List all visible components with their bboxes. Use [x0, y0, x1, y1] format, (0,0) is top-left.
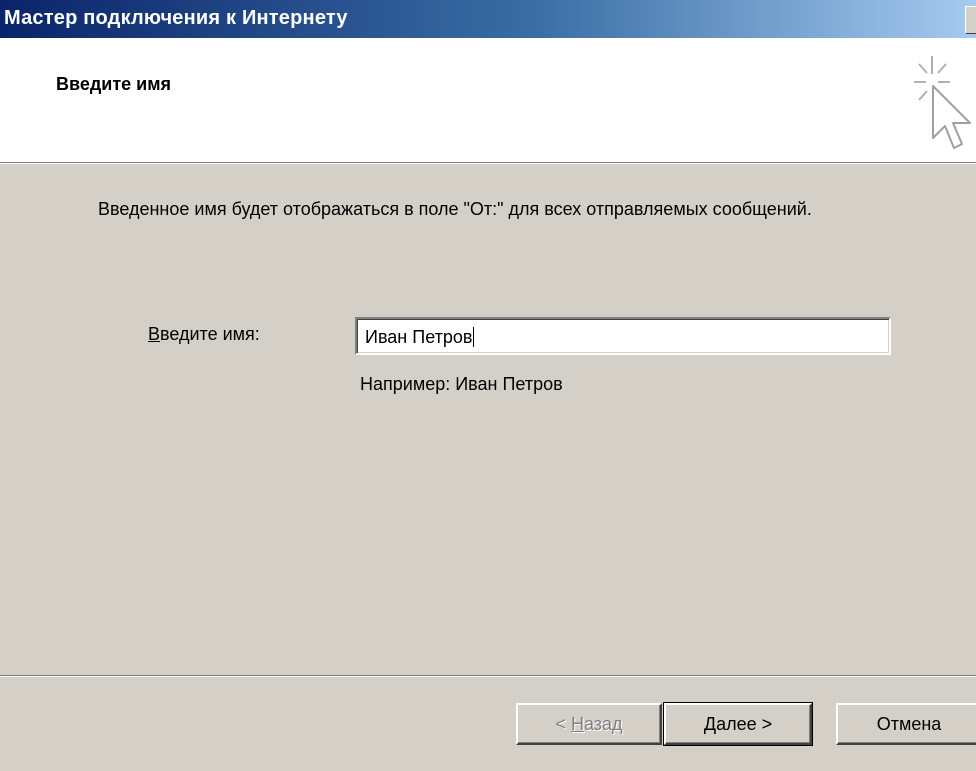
text-caret [473, 327, 475, 347]
title-bar-button[interactable] [965, 6, 976, 33]
name-field-label-mnemonic: В [148, 324, 161, 344]
wizard-cursor-sparkle-icon [900, 52, 976, 156]
page-title: Введите имя [56, 74, 172, 94]
back-button[interactable]: < Назад [516, 703, 662, 745]
name-input-value: Иван Петров [365, 327, 475, 348]
back-button-prefix: < [555, 714, 571, 734]
footer-divider [0, 675, 976, 677]
name-input[interactable]: Иван Петров [355, 317, 891, 355]
name-input-text: Иван Петров [365, 327, 473, 347]
example-hint: Например: Иван Петров [360, 374, 563, 394]
title-bar[interactable]: Мастер подключения к Интернету [0, 0, 976, 38]
wizard-header: Введите имя [0, 38, 976, 162]
window-title: Мастер подключения к Интернету [4, 7, 348, 29]
cancel-button[interactable]: Отмена [836, 703, 976, 745]
name-field-label-text: ведите имя: [160, 324, 260, 344]
name-field-label: Введите имя: [148, 324, 260, 345]
header-divider [0, 162, 976, 164]
back-button-mnemonic: Н [570, 714, 584, 734]
back-button-label: азад [583, 714, 623, 734]
description-text: Введенное имя будет отображаться в поле … [98, 199, 812, 219]
next-button[interactable]: Далее > [663, 702, 813, 746]
wizard-window: Мастер подключения к Интернету Введите и… [0, 0, 976, 771]
